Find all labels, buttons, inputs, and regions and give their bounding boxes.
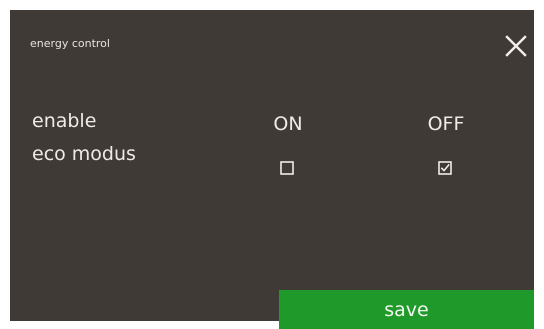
setting-label-enable: enable — [32, 110, 97, 132]
option-on-label: ON — [273, 113, 303, 135]
option-off-label: OFF — [427, 113, 465, 135]
energy-control-dialog: energy control enable eco modus ON OFF — [10, 10, 534, 321]
eco-modus-off-checkbox[interactable] — [438, 161, 452, 175]
save-button-label: save — [384, 298, 429, 321]
save-button[interactable]: save — [279, 290, 534, 329]
eco-modus-on-checkbox[interactable] — [280, 161, 294, 175]
dialog-title: energy control — [30, 37, 110, 50]
checkbox-empty-icon — [280, 161, 294, 175]
checkbox-checked-icon — [438, 161, 452, 175]
setting-label-eco-modus: eco modus — [32, 143, 136, 165]
close-icon — [505, 35, 527, 57]
close-button[interactable] — [504, 34, 528, 58]
